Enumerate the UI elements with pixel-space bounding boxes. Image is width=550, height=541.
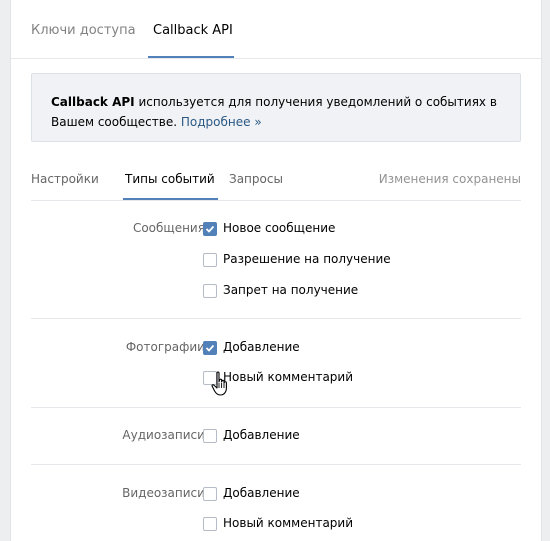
active-subtab-indicator — [123, 198, 218, 200]
group-label: Фотографии: — [125, 340, 209, 354]
option-label: Новое сообщение — [223, 221, 336, 235]
tab-event-types[interactable]: Типы событий — [125, 172, 215, 186]
divider — [31, 407, 521, 408]
tab-callback-api[interactable]: Callback API — [153, 23, 233, 38]
option-label: Запрет на получение — [223, 283, 359, 297]
info-box: Callback API используется для получения … — [31, 73, 521, 142]
tab-requests[interactable]: Запросы — [229, 172, 283, 186]
option-label: Добавление — [223, 486, 300, 500]
hand-pointer-icon — [211, 371, 227, 396]
option-label: Новый комментарий — [223, 516, 354, 530]
option-label: Разрешение на получение — [223, 252, 391, 266]
info-title: Callback API — [51, 95, 135, 109]
save-status: Изменения сохранены — [378, 172, 521, 186]
top-tab-bar: Ключи доступа Callback API — [11, 0, 541, 59]
option-label: Добавление — [223, 340, 300, 354]
group-label: Видеозаписи: — [122, 486, 209, 500]
option-label: Добавление — [223, 428, 300, 442]
checkbox[interactable] — [203, 517, 217, 531]
active-tab-indicator — [148, 56, 234, 58]
tab-settings[interactable]: Настройки — [31, 172, 99, 186]
option-label: Новый комментарий — [223, 370, 354, 384]
group-label: Сообщения: — [132, 221, 209, 235]
checkbox[interactable] — [203, 487, 217, 501]
checkmark-icon — [205, 225, 215, 233]
divider — [31, 464, 521, 465]
settings-panel: Ключи доступа Callback API Callback API … — [10, 0, 542, 541]
tab-access-keys[interactable]: Ключи доступа — [31, 23, 136, 38]
divider — [31, 318, 521, 319]
checkbox[interactable] — [203, 284, 217, 298]
info-text: Callback API используется для получения … — [51, 92, 511, 132]
checkmark-icon — [205, 344, 215, 352]
checkbox[interactable] — [203, 222, 217, 236]
more-link[interactable]: Подробнее » — [181, 115, 262, 129]
checkbox[interactable] — [203, 341, 217, 355]
checkbox[interactable] — [203, 253, 217, 267]
checkbox[interactable] — [203, 429, 217, 443]
sub-tab-bar: Настройки Типы событий Запросы Изменения… — [31, 158, 521, 201]
group-label: Аудиозаписи: — [122, 428, 209, 442]
